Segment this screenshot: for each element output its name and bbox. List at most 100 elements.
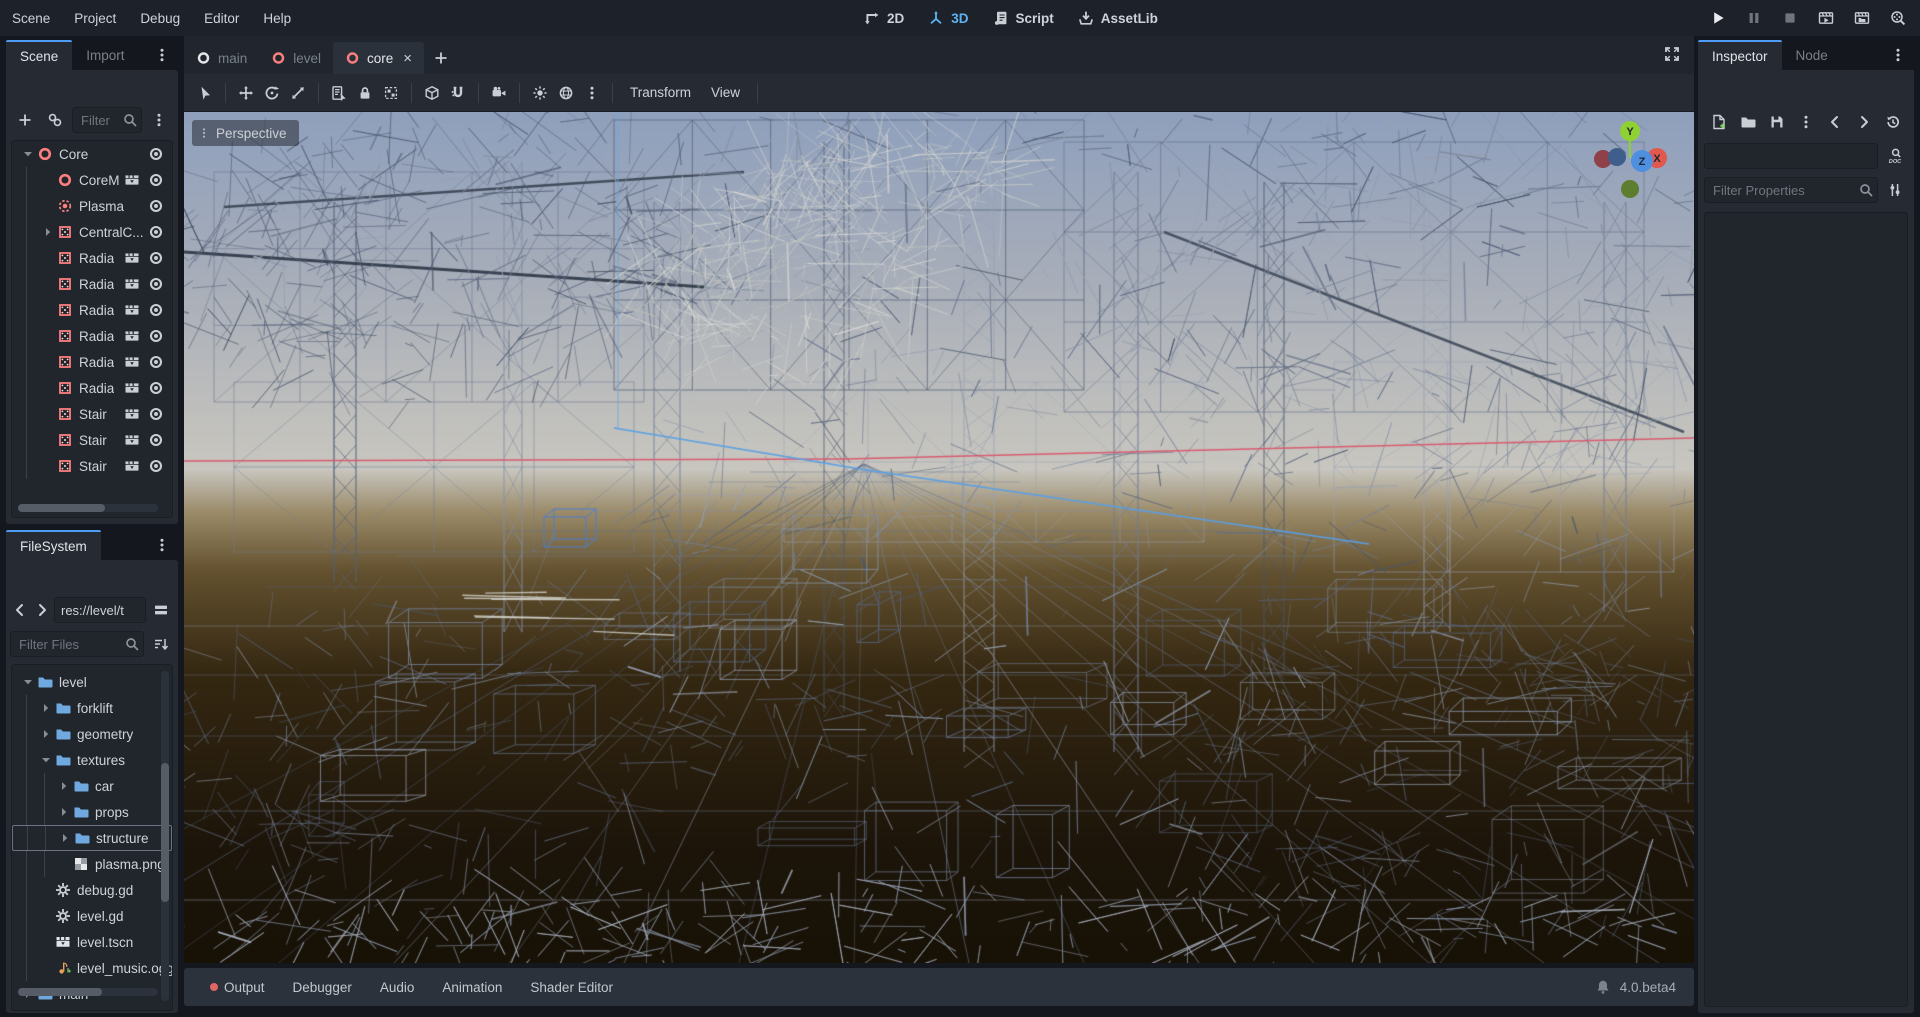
bottom-tab-debugger[interactable]: Debugger bbox=[281, 968, 364, 1006]
fs-forward-button[interactable] bbox=[32, 597, 52, 623]
inspector-filter-input[interactable] bbox=[1704, 177, 1878, 203]
perspective-menu[interactable]: Perspective bbox=[192, 120, 299, 146]
instanced-scene-icon[interactable] bbox=[124, 352, 140, 372]
version-info[interactable]: 4.0.beta4 bbox=[1593, 977, 1680, 997]
scene-node-row[interactable]: Radia bbox=[12, 323, 172, 349]
instanced-scene-icon[interactable] bbox=[124, 170, 140, 190]
group-selected-button[interactable] bbox=[378, 80, 404, 106]
tab-node[interactable]: Node bbox=[1782, 40, 1842, 70]
toggle-environment-button[interactable] bbox=[553, 80, 579, 106]
filesystem-item-row[interactable]: car bbox=[12, 773, 172, 799]
collapse-arrow-icon[interactable] bbox=[38, 752, 54, 768]
filesystem-item-row[interactable]: debug.gd bbox=[12, 877, 172, 903]
fs-path-field[interactable] bbox=[54, 597, 146, 623]
snap-toggle-button[interactable] bbox=[445, 80, 471, 106]
instanced-scene-icon[interactable] bbox=[124, 456, 140, 476]
load-resource-button[interactable] bbox=[1735, 109, 1761, 135]
new-resource-button[interactable] bbox=[1706, 109, 1732, 135]
scene-node-row[interactable]: Stair bbox=[12, 401, 172, 427]
lock-selected-button[interactable] bbox=[352, 80, 378, 106]
scene-node-row[interactable]: Radia bbox=[12, 297, 172, 323]
visibility-eye-icon[interactable] bbox=[148, 326, 164, 346]
scale-tool-button[interactable] bbox=[285, 80, 311, 106]
scene-tree-hscrollbar[interactable] bbox=[18, 504, 158, 512]
open-docs-button[interactable]: DOC bbox=[1882, 143, 1908, 169]
fs-tree-hscrollbar[interactable] bbox=[18, 988, 158, 996]
bottom-tab-shader-editor[interactable]: Shader Editor bbox=[518, 968, 625, 1006]
expand-arrow-icon[interactable] bbox=[38, 700, 54, 716]
camera-preview-button[interactable] bbox=[486, 80, 512, 106]
filesystem-item-row[interactable]: structure bbox=[12, 825, 172, 851]
expand-arrow-icon[interactable] bbox=[40, 224, 56, 240]
menu-project[interactable]: Project bbox=[62, 0, 128, 36]
fs-sort-button[interactable] bbox=[148, 631, 174, 657]
history-forward-button[interactable] bbox=[1851, 109, 1877, 135]
bottom-tab-audio[interactable]: Audio bbox=[368, 968, 427, 1006]
visibility-eye-icon[interactable] bbox=[148, 196, 164, 216]
scene-dock-menu-button[interactable] bbox=[146, 40, 178, 70]
filesystem-item-row[interactable]: geometry bbox=[12, 721, 172, 747]
local-space-button[interactable] bbox=[419, 80, 445, 106]
scene-node-row[interactable]: Core bbox=[12, 141, 172, 167]
instanced-scene-icon[interactable] bbox=[124, 274, 140, 294]
scene-node-row[interactable]: Radia bbox=[12, 245, 172, 271]
menu-scene[interactable]: Scene bbox=[0, 0, 62, 36]
view-menu[interactable]: View bbox=[701, 80, 750, 106]
filesystem-item-row[interactable]: props bbox=[12, 799, 172, 825]
add-node-button[interactable] bbox=[12, 107, 38, 133]
scene-node-row[interactable]: CentralC... bbox=[12, 219, 172, 245]
filesystem-item-row[interactable]: textures bbox=[12, 747, 172, 773]
3d-viewport[interactable]: Perspective Y X Z bbox=[184, 112, 1694, 963]
switch-script[interactable]: Script bbox=[991, 8, 1054, 28]
scene-node-row[interactable]: Radia bbox=[12, 349, 172, 375]
instanced-scene-icon[interactable] bbox=[124, 300, 140, 320]
visibility-eye-icon[interactable] bbox=[148, 430, 164, 450]
scene-tab-level[interactable]: level bbox=[259, 42, 333, 74]
distraction-free-button[interactable] bbox=[1662, 44, 1682, 65]
move-tool-button[interactable] bbox=[233, 80, 259, 106]
tab-filesystem[interactable]: FileSystem bbox=[6, 530, 101, 560]
visibility-eye-icon[interactable] bbox=[148, 274, 164, 294]
fs-tree-vscrollbar[interactable] bbox=[161, 671, 169, 1001]
expand-arrow-icon[interactable] bbox=[56, 804, 72, 820]
switch-3d[interactable]: 3D bbox=[926, 8, 968, 28]
filesystem-item-row[interactable]: level_music.ogg bbox=[12, 955, 172, 981]
visibility-eye-icon[interactable] bbox=[148, 170, 164, 190]
edit-history-button[interactable] bbox=[1880, 109, 1906, 135]
collapse-arrow-icon[interactable] bbox=[20, 146, 36, 162]
visibility-eye-icon[interactable] bbox=[148, 248, 164, 268]
instanced-scene-icon[interactable] bbox=[124, 430, 140, 450]
play-custom-scene-button[interactable] bbox=[1850, 6, 1874, 30]
filesystem-item-row[interactable]: level.tscn bbox=[12, 929, 172, 955]
expand-arrow-icon[interactable] bbox=[38, 726, 54, 742]
3d-viewport-canvas[interactable] bbox=[184, 112, 1694, 963]
filesystem-item-row[interactable]: menu bbox=[12, 1007, 172, 1011]
visibility-eye-icon[interactable] bbox=[148, 352, 164, 372]
scene-tab-main[interactable]: main bbox=[184, 42, 259, 74]
bottom-tab-output[interactable]: Output bbox=[198, 968, 277, 1006]
visibility-eye-icon[interactable] bbox=[148, 404, 164, 424]
movie-maker-button[interactable] bbox=[1886, 6, 1910, 30]
menu-editor[interactable]: Editor bbox=[192, 0, 251, 36]
expand-arrow-icon[interactable] bbox=[56, 778, 72, 794]
scene-node-row[interactable]: Stair bbox=[12, 453, 172, 479]
list-select-tool-button[interactable] bbox=[326, 80, 352, 106]
menu-help[interactable]: Help bbox=[251, 0, 303, 36]
scene-node-row[interactable]: Stair bbox=[12, 427, 172, 453]
tab-import[interactable]: Import bbox=[72, 40, 138, 70]
bottom-tab-animation[interactable]: Animation bbox=[430, 968, 514, 1006]
collapse-arrow-icon[interactable] bbox=[20, 674, 36, 690]
new-scene-tab-button[interactable] bbox=[424, 42, 458, 74]
menu-debug[interactable]: Debug bbox=[128, 0, 192, 36]
expand-arrow-icon[interactable] bbox=[57, 830, 73, 846]
scene-node-row[interactable]: Plasma bbox=[12, 193, 172, 219]
scene-node-row[interactable]: CoreM bbox=[12, 167, 172, 193]
instance-scene-button[interactable] bbox=[42, 107, 68, 133]
toggle-lighting-button[interactable] bbox=[527, 80, 553, 106]
fs-back-button[interactable] bbox=[10, 597, 30, 623]
transform-menu[interactable]: Transform bbox=[620, 80, 701, 106]
filesystem-item-row[interactable]: plasma.png bbox=[12, 851, 172, 877]
stop-button[interactable] bbox=[1778, 6, 1802, 30]
rotate-tool-button[interactable] bbox=[259, 80, 285, 106]
manage-properties-button[interactable] bbox=[1882, 177, 1908, 203]
